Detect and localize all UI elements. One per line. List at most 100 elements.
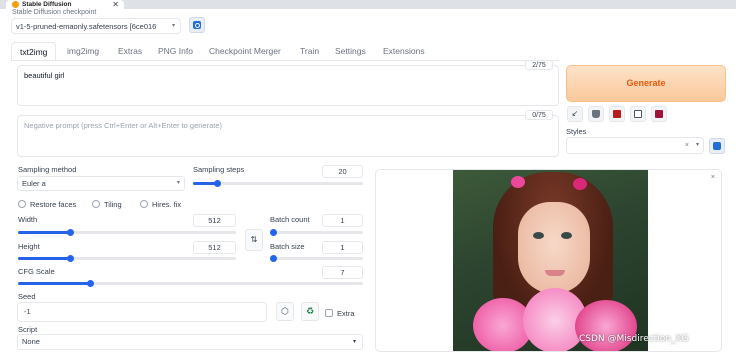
slider-fill	[18, 282, 91, 285]
save-style-button[interactable]	[651, 106, 667, 122]
image-eye	[533, 232, 544, 239]
tab-png-info[interactable]: PNG Info	[158, 42, 193, 60]
seed-value: -1	[24, 307, 31, 316]
random-seed-button[interactable]: ⬡	[276, 302, 294, 321]
slider-track	[270, 257, 363, 260]
image-mouth	[545, 270, 565, 276]
sampling-method-select[interactable]: Euler a ▾	[17, 176, 185, 191]
close-gallery-icon[interactable]: ×	[711, 174, 715, 181]
cfg-scale-label: CFG Scale	[18, 267, 55, 276]
output-gallery: ×	[375, 169, 722, 352]
tab-txt2img[interactable]: txt2img	[11, 42, 57, 60]
cfg-scale-input[interactable]: 7	[322, 266, 363, 279]
seed-label: Seed	[18, 292, 36, 301]
tab-settings[interactable]: Settings	[335, 42, 366, 60]
negative-prompt-input[interactable]: Negative prompt (press Ctrl+Enter or Alt…	[17, 115, 559, 157]
tab-img2img[interactable]: img2img	[67, 42, 99, 60]
checkpoint-label: Stable Diffusion checkpoint	[12, 9, 97, 16]
swap-dimensions-button[interactable]: ⇅	[245, 229, 263, 251]
prompt-token-counter: 2/75	[525, 60, 553, 70]
refresh-icon	[193, 21, 201, 29]
seed-input[interactable]: -1	[17, 302, 267, 322]
batch-count-input[interactable]: 1	[322, 214, 363, 227]
extra-networks-button[interactable]	[609, 106, 625, 122]
generated-image[interactable]	[453, 170, 648, 351]
sampling-steps-input[interactable]: 20	[322, 165, 363, 178]
browser-tab-bar: Stable Diffusion ✕	[0, 0, 736, 9]
sampling-method-value: Euler a	[22, 179, 46, 188]
prompt-input[interactable]: beautiful girl	[17, 65, 559, 106]
extra-seed-label: Extra	[337, 309, 355, 318]
script-select[interactable]: None ▾	[17, 334, 363, 350]
tab-train[interactable]: Train	[300, 42, 319, 60]
batch-count-label: Batch count	[270, 215, 310, 224]
sampling-steps-slider[interactable]	[193, 180, 363, 187]
clipboard-icon	[634, 110, 642, 118]
extra-seed-checkbox[interactable]	[325, 309, 333, 317]
styles-select[interactable]: × ▾	[566, 137, 704, 154]
read-params-button[interactable]: ↙	[567, 106, 583, 122]
tab-extras[interactable]: Extras	[118, 42, 142, 60]
clear-prompt-button[interactable]	[588, 106, 604, 122]
slider-thumb[interactable]	[270, 255, 277, 262]
reuse-seed-button[interactable]: ♻	[301, 302, 319, 321]
slider-thumb[interactable]	[270, 229, 277, 236]
image-eye	[561, 232, 572, 239]
slider-thumb[interactable]	[87, 280, 95, 287]
checkpoint-select[interactable]: v1-5-pruned-emaonly.safetensors [6ce016 …	[11, 18, 181, 34]
height-slider[interactable]	[18, 255, 236, 262]
width-label: Width	[18, 215, 38, 224]
sampling-steps-label: Sampling steps	[193, 165, 245, 174]
slider-track	[270, 231, 363, 234]
bouquet-flower	[575, 300, 637, 351]
browser-tab-title: Stable Diffusion	[22, 1, 72, 8]
checkpoint-value: v1-5-pruned-emaonly.safetensors [6ce016	[16, 22, 157, 31]
hires-fix-checkbox[interactable]	[140, 200, 148, 208]
slider-fill	[18, 257, 71, 260]
batch-size-label: Batch size	[270, 242, 305, 251]
clear-styles-icon[interactable]: ×	[685, 138, 689, 153]
height-input[interactable]: 512	[193, 241, 236, 254]
restore-faces-checkbox[interactable]	[18, 200, 26, 208]
batch-count-slider[interactable]	[270, 229, 363, 236]
refresh-styles-button[interactable]	[709, 138, 725, 154]
red-card-icon	[613, 110, 621, 118]
prompt-text: beautiful girl	[24, 71, 65, 80]
script-label: Script	[18, 325, 38, 334]
chevron-down-icon: ▾	[176, 180, 180, 186]
chevron-down-icon: ▾	[171, 23, 175, 29]
watermark: CSDN @Misdirection_XG	[579, 334, 689, 344]
tab-extensions[interactable]: Extensions	[383, 42, 425, 60]
refresh-icon	[713, 142, 721, 150]
slider-fill	[18, 231, 71, 234]
negative-prompt-placeholder: Negative prompt (press Ctrl+Enter or Alt…	[24, 121, 223, 130]
height-label: Height	[18, 242, 40, 251]
tab-checkpoint-merger[interactable]: Checkpoint Merger	[209, 42, 281, 60]
close-tab-icon[interactable]: ✕	[112, 0, 119, 9]
tiling-checkbox[interactable]	[92, 200, 100, 208]
refresh-checkpoint-button[interactable]	[189, 17, 205, 33]
width-slider[interactable]	[18, 229, 236, 236]
sampling-method-label: Sampling method	[18, 165, 77, 174]
batch-size-slider[interactable]	[270, 255, 363, 262]
main-tabs: txt2img img2img Extras PNG Info Checkpoi…	[11, 42, 731, 60]
generate-button[interactable]: Generate	[566, 65, 726, 102]
favicon-icon	[12, 1, 19, 8]
browser-tab[interactable]: Stable Diffusion ✕	[6, 0, 124, 9]
trash-icon	[592, 110, 600, 118]
negative-prompt-token-counter: 0/75	[525, 110, 553, 120]
width-input[interactable]: 512	[193, 214, 236, 227]
apply-style-button[interactable]	[630, 106, 646, 122]
batch-size-input[interactable]: 1	[322, 241, 363, 254]
hair-flower	[511, 176, 525, 188]
dice-icon: ⬡	[281, 306, 289, 316]
restore-faces-label: Restore faces	[30, 200, 77, 209]
tiling-label: Tiling	[104, 200, 122, 209]
slider-thumb[interactable]	[67, 229, 75, 236]
recycle-icon: ♻	[305, 306, 315, 316]
arrow-diagonal-icon: ↙	[571, 109, 579, 118]
slider-thumb[interactable]	[67, 255, 75, 262]
save-style-icon	[655, 110, 663, 118]
cfg-scale-slider[interactable]	[18, 280, 363, 287]
slider-thumb[interactable]	[213, 180, 221, 187]
